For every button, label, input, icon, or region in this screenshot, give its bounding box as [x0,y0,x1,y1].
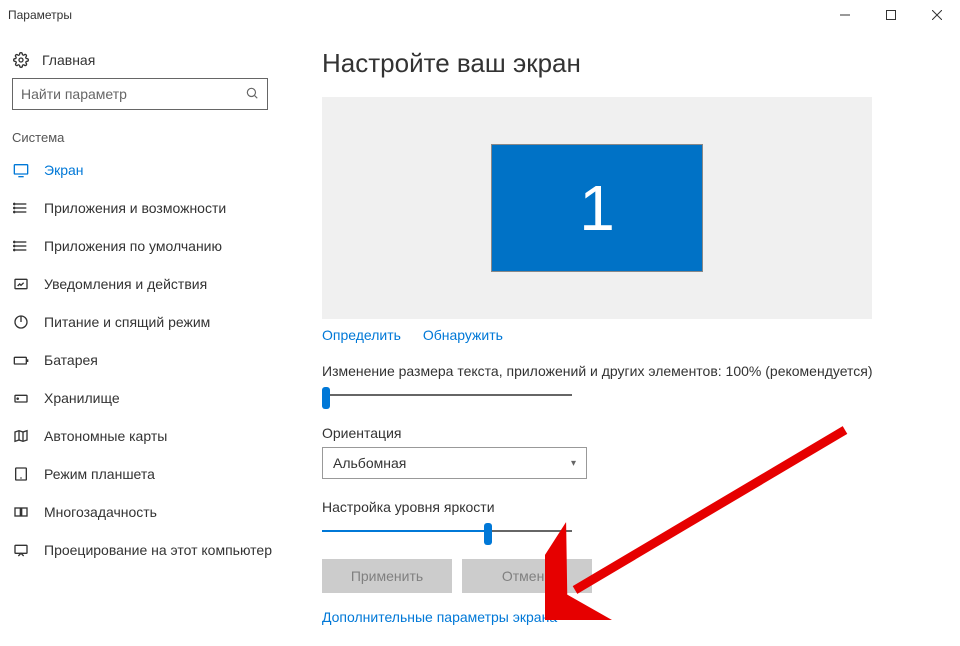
monitor-1[interactable]: 1 [492,145,702,271]
search-icon [245,86,259,103]
storage-icon [12,390,30,406]
home-label: Главная [42,52,95,68]
nav-label: Экран [44,162,84,178]
nav-item-battery[interactable]: Батарея [0,341,290,379]
page-title: Настройте ваш экран [322,48,936,79]
nav-label: Приложения по умолчанию [44,238,222,254]
orientation-value: Альбомная [333,455,406,471]
nav-item-projecting[interactable]: Проецирование на этот компьютер [0,531,290,569]
brightness-label: Настройка уровня яркости [322,499,936,515]
maps-icon [12,428,30,444]
orientation-label: Ориентация [322,425,936,441]
search-input[interactable]: Найти параметр [12,78,268,110]
tablet-icon [12,466,30,482]
minimize-button[interactable] [822,0,868,30]
nav-label: Приложения и возможности [44,200,226,216]
identify-link[interactable]: Определить [322,327,401,343]
chevron-down-icon: ▾ [571,458,576,469]
orientation-select[interactable]: Альбомная ▾ [322,447,587,479]
nav-label: Многозадачность [44,504,157,520]
nav-label: Проецирование на этот компьютер [44,542,272,558]
window-title: Параметры [8,8,72,22]
projecting-icon [12,542,30,558]
monitor-preview-area[interactable]: 1 [322,97,872,319]
nav-item-notifications[interactable]: Уведомления и действия [0,265,290,303]
titlebar: Параметры [0,0,960,30]
nav-item-multitask[interactable]: Многозадачность [0,493,290,531]
apply-button[interactable]: Применить [322,559,452,593]
nav-item-tablet[interactable]: Режим планшета [0,455,290,493]
gear-icon [12,52,30,68]
apps-icon [12,200,30,216]
home-button[interactable]: Главная [0,42,290,78]
detect-link[interactable]: Обнаружить [423,327,503,343]
multitask-icon [12,504,30,520]
notifications-icon [12,276,30,292]
nav-label: Батарея [44,352,98,368]
nav-label: Хранилище [44,390,120,406]
scale-label: Изменение размера текста, приложений и д… [322,363,936,379]
nav-item-power[interactable]: Питание и спящий режим [0,303,290,341]
scale-slider[interactable] [322,385,572,405]
nav-label: Режим планшета [44,466,155,482]
main-content: Настройте ваш экран 1 Определить Обнаруж… [290,30,960,646]
default-apps-icon [12,238,30,254]
nav-item-apps[interactable]: Приложения и возможности [0,189,290,227]
nav-item-maps[interactable]: Автономные карты [0,417,290,455]
sidebar: Главная Найти параметр Система Экран При… [0,30,290,646]
brightness-slider[interactable] [322,521,572,541]
power-icon [12,314,30,330]
nav-label: Питание и спящий режим [44,314,210,330]
nav-item-display[interactable]: Экран [0,151,290,189]
close-button[interactable] [914,0,960,30]
nav-item-default-apps[interactable]: Приложения по умолчанию [0,227,290,265]
search-placeholder: Найти параметр [21,86,127,102]
monitor-icon [12,162,30,178]
nav-label: Автономные карты [44,428,167,444]
nav-item-storage[interactable]: Хранилище [0,379,290,417]
group-header: Система [0,122,290,151]
maximize-button[interactable] [868,0,914,30]
nav-label: Уведомления и действия [44,276,207,292]
battery-icon [12,352,30,368]
cancel-button[interactable]: Отмена [462,559,592,593]
monitor-number: 1 [579,171,615,245]
advanced-display-link[interactable]: Дополнительные параметры экрана [322,609,557,625]
